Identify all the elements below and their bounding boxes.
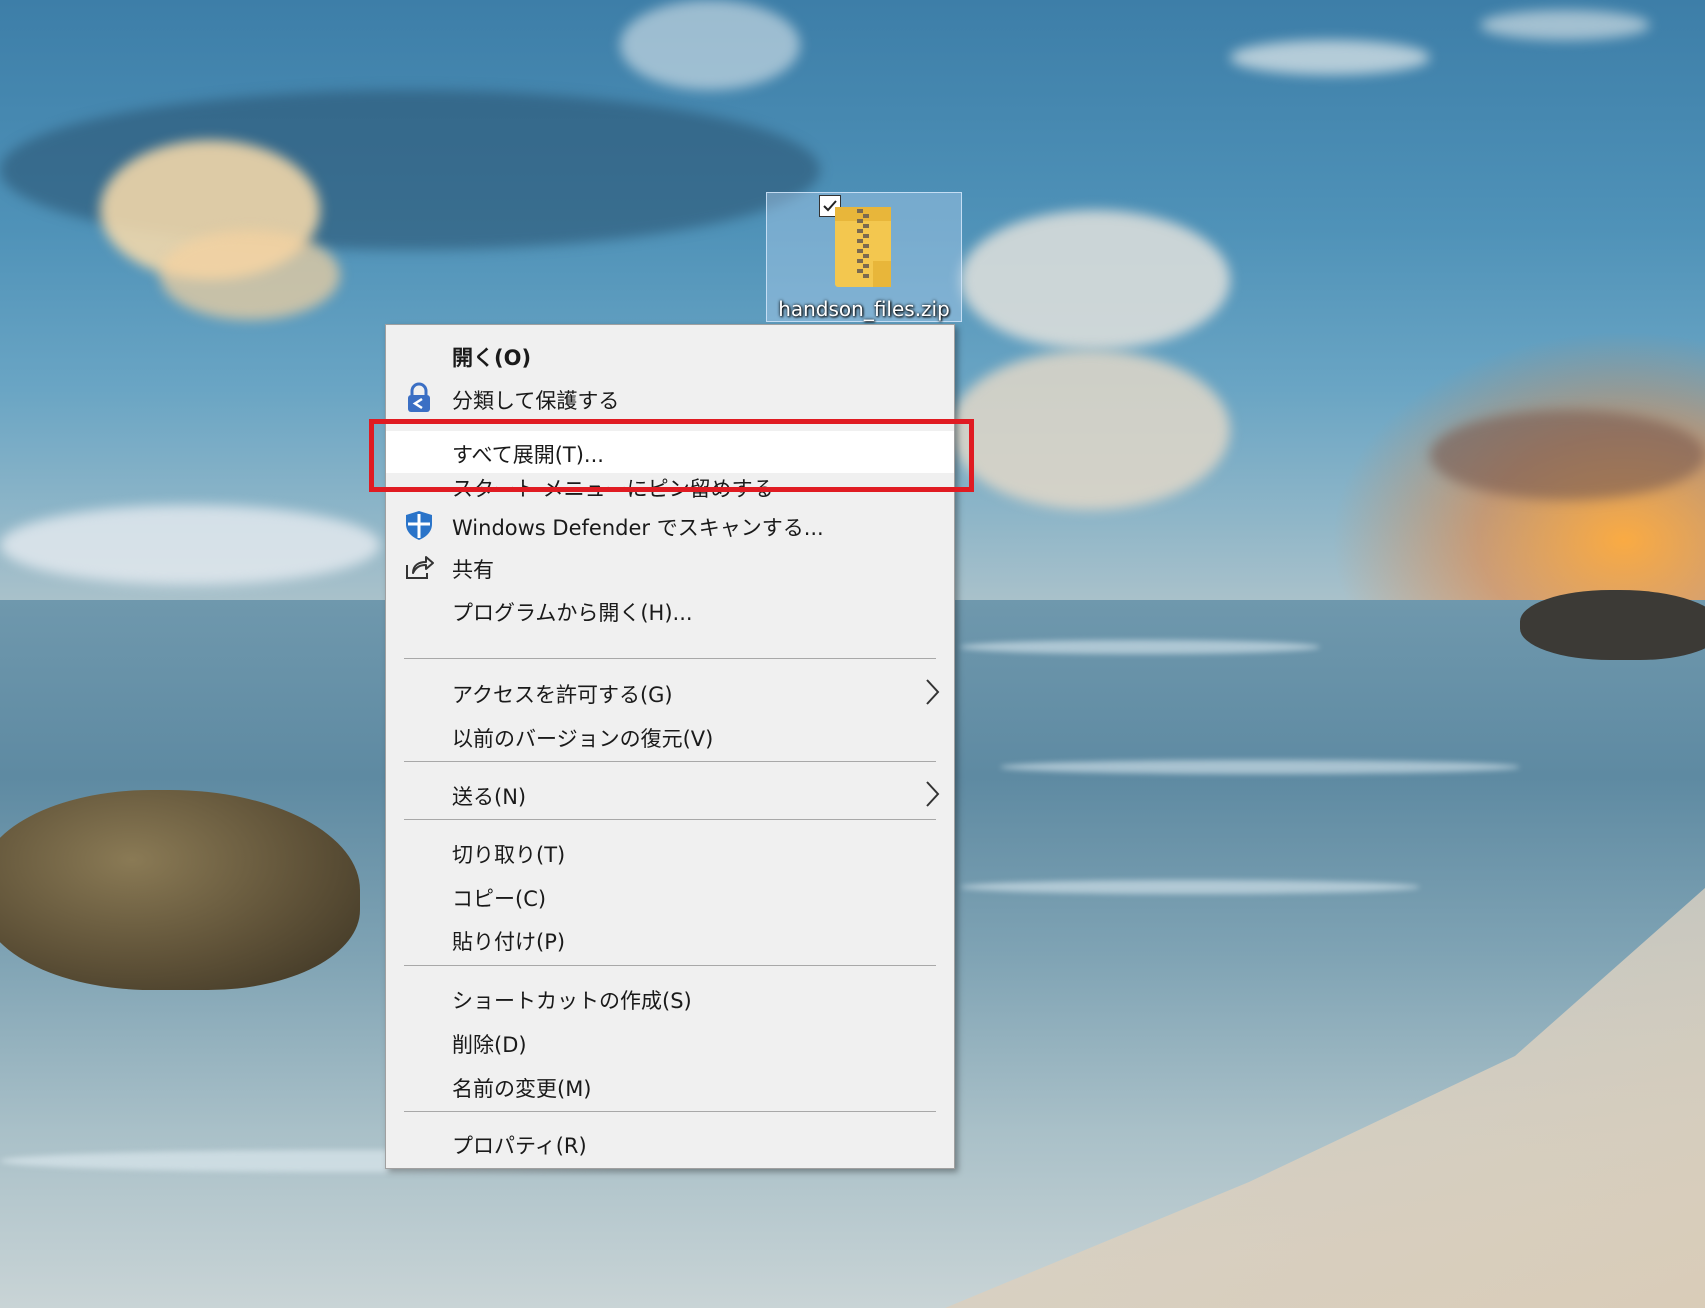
wispy-cloud: [1480, 10, 1650, 40]
menu-item-paste[interactable]: 貼り付け(P): [386, 918, 954, 958]
rock: [0, 790, 360, 990]
menu-item-give-access[interactable]: アクセスを許可する(G): [386, 671, 954, 711]
share-icon: [406, 556, 434, 579]
rock: [1520, 590, 1705, 660]
menu-item-label: 分類して保護する: [452, 389, 620, 413]
menu-item-label: プログラムから開く(H)...: [452, 601, 693, 625]
menu-item-label: 開く(O): [452, 346, 532, 370]
menu-item-label: Windows Defender でスキャンする...: [452, 516, 824, 540]
menu-item-label: プロパティ(R): [452, 1134, 587, 1158]
menu-item-label: 以前のバージョンの復元(V): [452, 727, 714, 751]
lock-shield-icon: [408, 382, 430, 412]
menu-item-label: 名前の変更(M): [452, 1077, 592, 1101]
lit-cloud: [950, 350, 1230, 510]
lit-cloud: [160, 230, 340, 320]
menu-item-share[interactable]: 共有: [386, 546, 954, 586]
menu-item-delete[interactable]: 削除(D): [386, 1021, 954, 1061]
chevron-right-icon: [926, 679, 940, 705]
menu-separator: [404, 658, 936, 659]
menu-separator: [404, 965, 936, 966]
menu-item-properties[interactable]: プロパティ(R): [386, 1122, 954, 1162]
menu-item-rename[interactable]: 名前の変更(M): [386, 1065, 954, 1105]
desktop-file-label: handson_files.zip: [778, 297, 950, 321]
wispy-cloud: [620, 0, 800, 90]
menu-item-create-shortcut[interactable]: ショートカットの作成(S): [386, 977, 954, 1017]
zip-folder-icon: [835, 207, 891, 287]
menu-item-label: ショートカットの作成(S): [452, 989, 692, 1013]
menu-item-open-with[interactable]: プログラムから開く(H)...: [386, 589, 954, 629]
chevron-right-icon: [926, 781, 940, 807]
defender-shield-icon: [406, 511, 432, 540]
menu-item-label: 貼り付け(P): [452, 930, 566, 954]
menu-separator: [404, 761, 936, 762]
menu-item-label: 切り取り(T): [452, 843, 566, 867]
menu-item-label: 削除(D): [452, 1033, 527, 1057]
wave: [960, 880, 1420, 894]
horizon-cloud: [0, 505, 380, 585]
annotation-highlight-box: [369, 419, 974, 492]
menu-item-label: アクセスを許可する(G): [452, 683, 673, 707]
menu-separator: [404, 1111, 936, 1112]
menu-item-cut[interactable]: 切り取り(T): [386, 831, 954, 871]
wispy-cloud: [1230, 40, 1430, 75]
wave: [1000, 760, 1520, 774]
menu-item-send-to[interactable]: 送る(N): [386, 773, 954, 813]
sunset-cloud: [1430, 410, 1705, 500]
menu-item-defender-scan[interactable]: Windows Defender でスキャンする...: [386, 504, 954, 544]
menu-item-classify-protect[interactable]: 分類して保護する: [386, 377, 954, 417]
menu-item-copy[interactable]: コピー(C): [386, 875, 954, 915]
menu-item-open[interactable]: 開く(O): [386, 334, 954, 374]
menu-item-label: 共有: [452, 558, 494, 582]
desktop-file-icon[interactable]: handson_files.zip: [766, 192, 962, 322]
lit-cloud: [960, 210, 1230, 350]
menu-item-label: 送る(N): [452, 785, 527, 809]
menu-separator: [404, 819, 936, 820]
menu-item-restore-previous[interactable]: 以前のバージョンの復元(V): [386, 715, 954, 755]
wave: [960, 640, 1320, 654]
menu-item-label: コピー(C): [452, 887, 547, 911]
